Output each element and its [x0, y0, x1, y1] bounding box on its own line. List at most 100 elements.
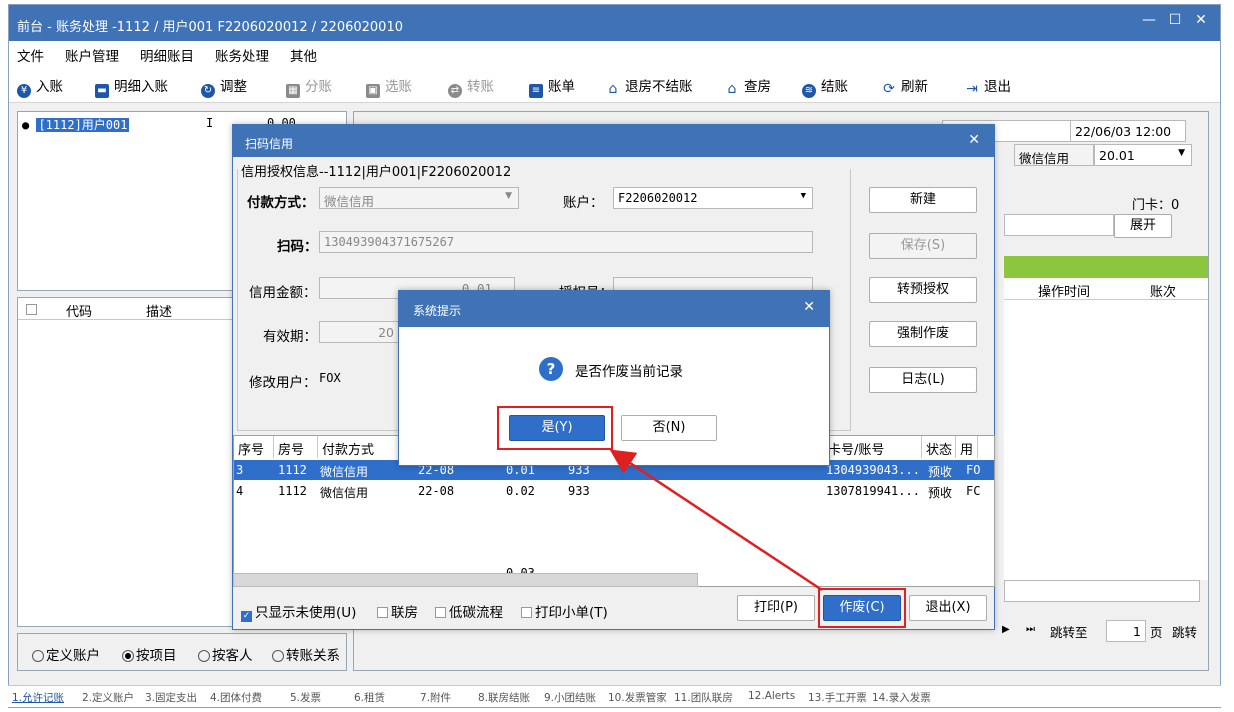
exit-button[interactable]: ⇥ 退出	[965, 75, 1011, 96]
exit-dialog-button[interactable]: 退出(X)	[909, 595, 987, 621]
menu-accounting[interactable]: 账务处理	[215, 45, 269, 65]
radio-by-guest[interactable]: 按客人	[198, 644, 253, 664]
bill-button[interactable]: ≡ 账单	[529, 75, 575, 98]
search-field[interactable]	[1004, 214, 1114, 236]
page-unit-label: 页	[1150, 625, 1163, 640]
menu-other[interactable]: 其他	[290, 45, 317, 65]
pay-method-select[interactable]: 微信信用 ▼	[319, 187, 519, 209]
tab-attachment[interactable]: 7.附件	[420, 690, 451, 705]
tab-manual-invoice[interactable]: 13.手工开票	[808, 690, 867, 705]
dialog-close-icon[interactable]: ✕	[968, 132, 980, 148]
tab-alerts[interactable]: 12.Alerts	[748, 690, 795, 702]
table-row[interactable]: 4 1112 微信信用 22-08 0.02 933 1307819941...…	[234, 481, 994, 501]
credit-amount-label: 信用金额：	[249, 285, 317, 301]
select-button[interactable]: ▣ 选账	[366, 75, 412, 98]
radio-by-item[interactable]: 按项目	[122, 644, 177, 664]
adjust-icon: ↻	[201, 84, 215, 98]
right-bottom-field[interactable]	[1004, 580, 1200, 602]
maximize-icon[interactable]: ☐	[1164, 12, 1186, 28]
system-prompt-dialog: 系统提示 ✕ ? 是否作废当前记录 是(Y) 否(N)	[398, 290, 830, 466]
tab-invoice-manager[interactable]: 10.发票管家	[608, 690, 667, 705]
save-button[interactable]: 保存(S)	[869, 233, 977, 259]
prompt-title-bar[interactable]: 系统提示 ✕	[399, 291, 829, 327]
print-button[interactable]: 打印(P)	[737, 595, 815, 621]
only-unused-checkbox[interactable]: ✓ 只显示未使用(U)	[241, 601, 356, 622]
select-icon: ▣	[366, 84, 380, 98]
modify-user-value: FOX	[319, 371, 341, 385]
chevron-down-icon: ▼	[1178, 148, 1185, 158]
tab-small-group-settle[interactable]: 9.小团结账	[544, 690, 596, 705]
room-check-button[interactable]: ⌂ 查房	[725, 75, 771, 96]
expand-button[interactable]: 展开	[1114, 214, 1172, 238]
tab-define-account[interactable]: 2.定义账户	[82, 690, 134, 705]
new-button[interactable]: 新建	[869, 187, 977, 213]
tab-lease[interactable]: 6.租赁	[354, 690, 385, 705]
yen-icon: ¥	[17, 84, 31, 98]
checkout-no-settle-button[interactable]: ⌂ 退房不结账	[606, 75, 693, 96]
scan-code-field[interactable]: 130493904371675267	[319, 231, 813, 253]
check-icon: ✓	[241, 611, 252, 622]
chevron-down-icon: ▼	[800, 191, 806, 201]
checkout-time-field[interactable]: 22/06/03 12:00	[1070, 120, 1186, 142]
tab-group-payment[interactable]: 4.团体付费	[210, 690, 262, 705]
pay-value-select[interactable]: 20.01 ▼	[1094, 144, 1192, 166]
valid-period-field[interactable]: 20	[319, 321, 399, 343]
tab-fixed-expense[interactable]: 3.固定支出	[145, 690, 197, 705]
no-button[interactable]: 否(N)	[621, 415, 717, 441]
split-icon: ▦	[286, 84, 300, 98]
radio-define-account[interactable]: 定义账户	[32, 644, 100, 664]
menu-detail-items[interactable]: 明细账目	[140, 45, 194, 65]
next-page-icon[interactable]: ▶	[1002, 624, 1010, 635]
settle-button[interactable]: ≋ 结账	[802, 75, 848, 98]
annotation-box-void	[818, 588, 906, 628]
low-carbon-checkbox[interactable]: 低碳流程	[435, 601, 503, 621]
transfer-button[interactable]: ⇄ 转账	[448, 75, 494, 98]
scan-label: 扫码：	[277, 239, 318, 255]
select-all-checkbox[interactable]	[26, 304, 37, 315]
tab-enter-invoice[interactable]: 14.录入发票	[872, 690, 931, 705]
print-receipt-checkbox[interactable]: 打印小单(T)	[521, 601, 608, 621]
tab-team-linked-room[interactable]: 11.团队联房	[674, 690, 733, 705]
pre-auth-button[interactable]: 转预授权	[869, 277, 977, 303]
tab-invoice[interactable]: 5.发票	[290, 690, 321, 705]
bill-icon: ≡	[529, 84, 543, 98]
tab-allow-posting[interactable]: 1.允许记账	[12, 690, 64, 705]
coins-icon: ≋	[802, 84, 816, 98]
room-search-icon: ⌂	[727, 81, 737, 97]
minimize-icon[interactable]: —	[1138, 12, 1160, 28]
view-mode-radios: 定义账户 按项目 按客人 转账关系	[17, 633, 347, 671]
door-card-label: 门卡：0	[1132, 198, 1180, 213]
menu-account-management[interactable]: 账户管理	[65, 45, 119, 65]
page-number-field[interactable]: 1	[1106, 620, 1146, 642]
toolbar: ¥ 入账 ▬ 明细入账 ↻ 调整 ▦ 分账 ▣ 选账 ⇄ 转账 ≡ 账单 ⌂ 退房不结账 ⌂ 查房…	[9, 65, 1220, 103]
house-icon: ⌂	[608, 81, 618, 97]
transfer-icon: ⇄	[448, 84, 462, 98]
radio-transfer-relation[interactable]: 转账关系	[272, 644, 340, 664]
force-void-button[interactable]: 强制作废	[869, 321, 977, 347]
dialog-title: 扫码信用	[245, 137, 294, 151]
tree-item[interactable]: ● [1112]用户001 I 0.00	[22, 116, 296, 133]
title-bar[interactable]: 前台 - 账务处理 -1112 / 用户001 F2206020012 / 22…	[9, 5, 1220, 41]
keyboard-icon: ▬	[95, 84, 109, 98]
refresh-button[interactable]: ⟳ 刷新	[882, 75, 928, 96]
account-select[interactable]: F2206020012 ▼	[613, 187, 813, 209]
modify-user-label: 修改用户：	[249, 375, 317, 391]
post-button[interactable]: ¥ 入账	[17, 75, 63, 98]
jump-button[interactable]: 跳转	[1172, 622, 1197, 641]
pay-method-field[interactable]: 微信信用	[1014, 144, 1094, 166]
tab-linked-room-settle[interactable]: 8.联房结账	[478, 690, 530, 705]
prompt-close-icon[interactable]: ✕	[803, 299, 815, 315]
dialog-title-bar[interactable]: 扫码信用 ✕	[233, 125, 994, 157]
annotation-box-yes	[497, 406, 613, 450]
split-button[interactable]: ▦ 分账	[286, 75, 332, 98]
exit-icon: ⇥	[966, 81, 978, 97]
adjust-button[interactable]: ↻ 调整	[201, 75, 247, 98]
menu-bar: 文件 账户管理 明细账目 账务处理 其他	[9, 41, 1220, 65]
close-icon[interactable]: ✕	[1190, 12, 1212, 28]
linked-room-checkbox[interactable]: 联房	[377, 601, 418, 621]
detail-post-button[interactable]: ▬ 明细入账	[95, 75, 168, 98]
horizontal-scrollbar[interactable]	[233, 573, 698, 587]
menu-file[interactable]: 文件	[17, 45, 44, 65]
last-page-icon[interactable]: ⏭	[1026, 624, 1035, 635]
log-button[interactable]: 日志(L)	[869, 367, 977, 393]
